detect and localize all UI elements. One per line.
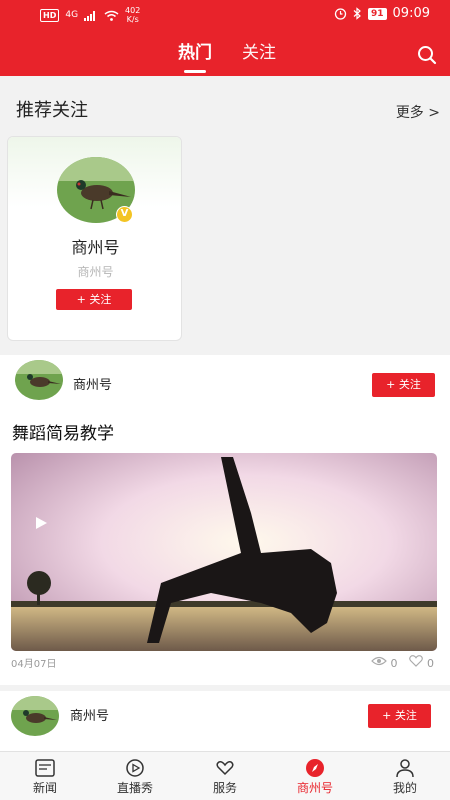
avatar[interactable]	[15, 360, 63, 400]
post-title[interactable]: 舞蹈简易教学	[12, 419, 114, 444]
play-icon[interactable]	[34, 516, 48, 530]
nav-shangzhou[interactable]: 商州号	[270, 752, 360, 800]
nav-service[interactable]: 服务	[180, 752, 270, 800]
eye-icon	[371, 656, 387, 666]
card-name: 商州号	[71, 238, 120, 257]
top-bar: HD 4G 402 K/s 91 09:09 热门 关注	[0, 0, 450, 76]
compass-icon	[306, 759, 324, 777]
post-stats: 0 0	[371, 655, 434, 670]
follow-button[interactable]: + 关注	[368, 704, 431, 728]
net-speed: 402 K/s	[125, 6, 141, 24]
avatar[interactable]	[11, 696, 59, 736]
signal-icon	[84, 10, 96, 21]
pheasant-avatar-image	[15, 360, 63, 400]
profile-icon	[396, 759, 414, 778]
tab-follow[interactable]: 关注	[242, 40, 276, 66]
author-name[interactable]: 商州号	[70, 705, 109, 724]
service-icon	[216, 761, 234, 776]
video-thumbnail[interactable]	[11, 453, 437, 651]
like-count[interactable]: 0	[408, 655, 434, 670]
search-icon[interactable]	[416, 44, 438, 66]
battery-indicator: 91	[368, 7, 387, 20]
heart-icon[interactable]	[408, 655, 424, 667]
live-icon	[126, 759, 144, 777]
bottom-nav: 新闻 直播秀 服务 商州号 我的	[0, 751, 450, 800]
nav-live[interactable]: 直播秀	[90, 752, 180, 800]
more-link[interactable]: 更多 >	[396, 102, 440, 122]
network-type: 4G	[65, 10, 79, 20]
recommend-title: 推荐关注	[16, 100, 88, 121]
post-author-row: 商州号 + 关注	[0, 691, 450, 743]
card-follow-button[interactable]: + 关注	[56, 289, 132, 310]
pheasant-avatar-image	[11, 696, 59, 736]
author-name[interactable]: 商州号	[73, 374, 112, 393]
recommend-section: 推荐关注 更多 > V 商州号 商州号 + 关注	[0, 82, 450, 352]
verified-badge: V	[116, 206, 133, 223]
alarm-icon	[334, 8, 347, 20]
follow-button[interactable]: + 关注	[372, 373, 435, 397]
yoga-silhouette-image	[11, 453, 437, 651]
view-count: 0	[371, 655, 398, 670]
hd-indicator: HD	[40, 8, 60, 22]
recommend-card[interactable]: V 商州号 商州号 + 关注	[7, 136, 182, 341]
tab-hot[interactable]: 热门	[178, 40, 212, 73]
feed: 商州号 + 关注 舞蹈简易教学 04月07日 0 0 商州号 + 关注	[0, 355, 450, 751]
post-date: 04月07日	[11, 659, 57, 670]
post-author-row: 商州号 + 关注	[0, 355, 450, 407]
news-icon	[35, 759, 55, 777]
nav-mine[interactable]: 我的	[360, 752, 450, 800]
nav-news[interactable]: 新闻	[0, 752, 90, 800]
status-bar: HD 4G 402 K/s 91 09:09	[0, 0, 450, 30]
wifi-icon	[104, 10, 119, 21]
bluetooth-icon	[353, 7, 361, 20]
card-subtitle: 商州号	[77, 265, 114, 279]
clock: 09:09	[392, 6, 430, 21]
